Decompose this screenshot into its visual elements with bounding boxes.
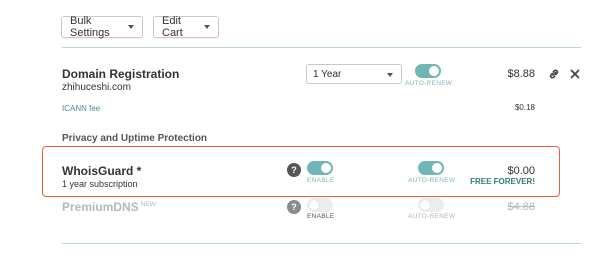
section-title: Privacy and Uptime Protection <box>62 133 208 144</box>
toggle-knob <box>321 163 331 173</box>
icann-fee-label: ICANN fee <box>62 104 101 113</box>
help-icon[interactable]: ? <box>287 200 301 214</box>
premiumdns-enable-label: ENABLE <box>307 213 335 220</box>
close-icon[interactable] <box>570 69 580 79</box>
edit-cart-label: Edit Cart <box>162 15 183 39</box>
toggle-knob <box>432 163 442 173</box>
domain-registration-title: Domain Registration <box>62 67 180 81</box>
domain-name: zhihuceshi.com <box>62 82 131 93</box>
whoisguard-subtitle: 1 year subscription <box>62 179 138 189</box>
premiumdns-title: PremiumDNS NEW <box>62 200 156 214</box>
divider-bottom <box>62 243 581 244</box>
toggle-knob <box>309 200 319 210</box>
whoisguard-price: $0.00 <box>507 165 535 177</box>
premiumdns-auto-renew-label: AUTO-RENEW <box>408 213 456 220</box>
whoisguard-enable-toggle[interactable] <box>307 161 333 175</box>
toggle-knob <box>420 200 430 210</box>
whoisguard-free-label: FREE FOREVER! <box>470 177 535 186</box>
toggle-knob <box>429 66 439 76</box>
premiumdns-price: $4.88 <box>507 201 535 213</box>
link-icon[interactable] <box>548 68 560 80</box>
whoisguard-auto-renew-label: AUTO-RENEW <box>408 177 456 184</box>
whoisguard-title: WhoisGuard * <box>62 164 142 178</box>
bulk-settings-label: Bulk Settings <box>70 15 110 39</box>
whoisguard-auto-renew-toggle[interactable] <box>418 161 444 175</box>
caret-down-icon <box>204 25 210 29</box>
divider-top <box>62 47 581 48</box>
domain-price: $8.88 <box>507 68 535 80</box>
bulk-settings-button[interactable]: Bulk Settings <box>61 15 143 39</box>
caret-down-icon <box>387 73 393 77</box>
caret-down-icon <box>128 25 134 29</box>
domain-auto-renew-toggle[interactable] <box>415 64 441 78</box>
edit-cart-button[interactable]: Edit Cart <box>153 15 219 39</box>
premiumdns-auto-renew-toggle[interactable] <box>418 198 444 212</box>
premiumdns-title-text: PremiumDNS <box>62 200 139 214</box>
period-select[interactable]: 1 Year <box>306 64 402 84</box>
new-badge: NEW <box>140 201 156 208</box>
whoisguard-enable-label: ENABLE <box>307 177 335 184</box>
premiumdns-enable-toggle[interactable] <box>307 198 333 212</box>
period-select-value: 1 Year <box>313 68 342 80</box>
icann-fee-price: $0.18 <box>514 103 535 112</box>
domain-auto-renew-label: AUTO-RENEW <box>405 80 453 87</box>
help-icon[interactable]: ? <box>287 163 301 177</box>
